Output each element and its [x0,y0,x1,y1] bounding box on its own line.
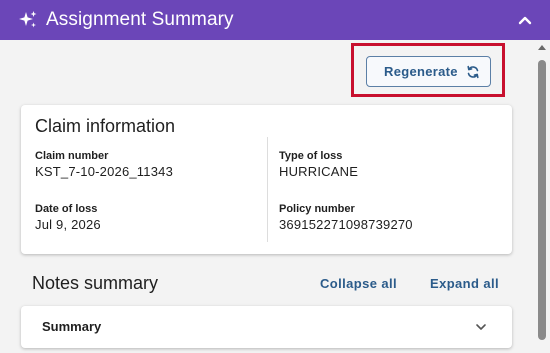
claim-information-card: Claim information Claim number KST_7-10-… [21,105,512,254]
panel-title: Assignment Summary [46,9,234,30]
sparkle-icon [19,11,37,28]
collapse-all-link[interactable]: Collapse all [320,276,397,291]
type-of-loss-label: Type of loss [279,150,343,162]
claim-number-label: Claim number [35,150,109,162]
summary-accordion-label: Summary [42,319,102,334]
scroll-up-arrow-icon[interactable] [538,43,546,51]
type-of-loss-value: HURRICANE [279,164,359,179]
chevron-up-icon[interactable] [517,12,533,28]
scrollbar-thumb[interactable] [538,60,546,340]
claim-information-title: Claim information [35,116,176,136]
policy-number-value: 369152271098739270 [279,217,413,232]
summary-accordion[interactable]: Summary [21,306,512,348]
refresh-icon [467,65,479,79]
date-of-loss-label: Date of loss [35,203,98,215]
chevron-down-icon [476,324,486,330]
regenerate-button[interactable]: Regenerate [366,56,491,87]
card-divider [267,137,268,242]
regenerate-label: Regenerate [384,64,458,79]
expand-all-link[interactable]: Expand all [430,276,499,291]
date-of-loss-value: Jul 9, 2026 [35,217,101,232]
claim-number-value: KST_7-10-2026_11343 [35,164,173,179]
assignment-summary-header: Assignment Summary [0,0,550,40]
notes-summary-title: Notes summary [32,273,159,293]
policy-number-label: Policy number [279,203,355,215]
